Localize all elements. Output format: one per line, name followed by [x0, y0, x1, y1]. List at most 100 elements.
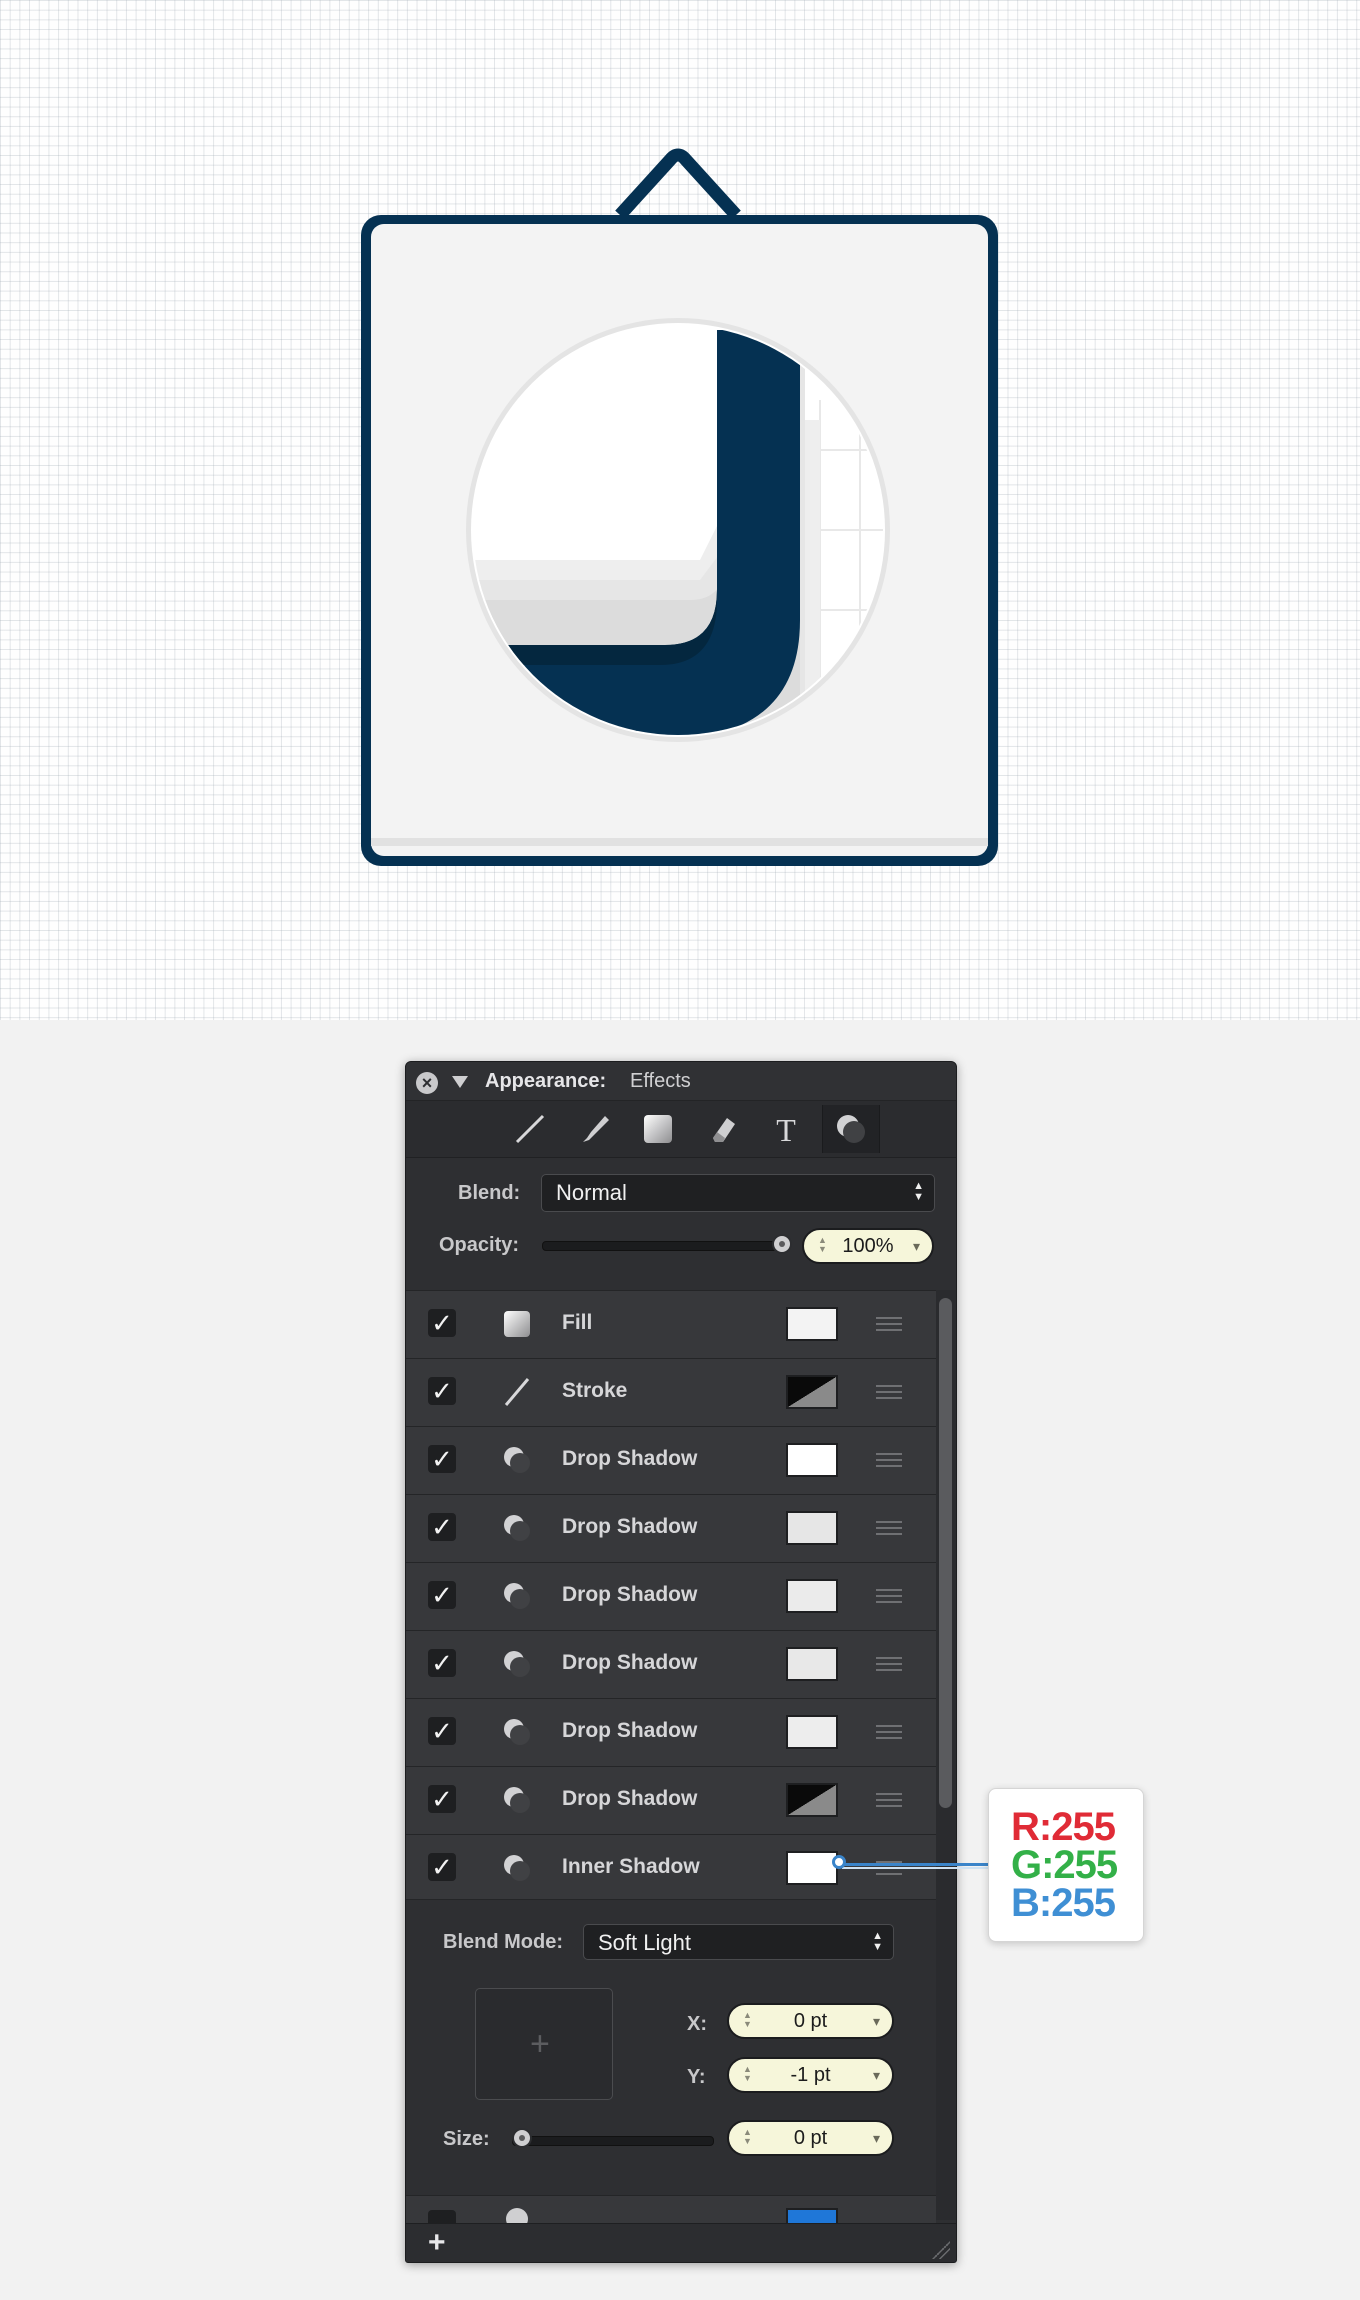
- shadow-icon: [500, 1851, 534, 1885]
- effect-row-partial[interactable]: [406, 2195, 936, 2224]
- effect-checkbox[interactable]: ✓: [428, 1785, 456, 1813]
- drag-handle-icon[interactable]: [876, 1453, 902, 1467]
- opacity-stepper[interactable]: ▲ ▼ 100% ▾: [802, 1228, 934, 1264]
- size-slider[interactable]: [512, 2136, 714, 2146]
- stepper-arrows-icon[interactable]: ▲ ▼: [743, 2065, 752, 2083]
- add-effect-button[interactable]: +: [428, 2226, 446, 2260]
- color-swatch[interactable]: [786, 1579, 838, 1613]
- stepper-dropdown-icon[interactable]: ▾: [873, 2005, 880, 2037]
- drag-handle-icon[interactable]: [876, 1793, 902, 1807]
- stroke-tab-icon[interactable]: [502, 1105, 558, 1153]
- panel-footer: +: [406, 2223, 956, 2262]
- opacity-slider[interactable]: [542, 1241, 784, 1251]
- hanger-shape: [615, 148, 741, 220]
- rgb-callout: R:255 G:255 B:255: [988, 1788, 1144, 1942]
- stepper-dropdown-icon[interactable]: ▾: [913, 1230, 920, 1262]
- effect-label: Drop Shadow: [562, 1651, 698, 1674]
- effects-tab-icon[interactable]: [822, 1105, 880, 1153]
- x-value: 0 pt: [793, 2010, 828, 2032]
- color-swatch[interactable]: [786, 1375, 838, 1409]
- effect-checkbox[interactable]: ✓: [428, 1377, 456, 1405]
- effect-row-drop-shadow[interactable]: ✓ Drop Shadow: [406, 1426, 936, 1494]
- x-stepper[interactable]: ▲ ▼ 0 pt ▾: [727, 2003, 894, 2039]
- effect-checkbox[interactable]: ✓: [428, 1717, 456, 1745]
- effect-label: Drop Shadow: [562, 1787, 698, 1810]
- fill-swatch-icon: [500, 1307, 534, 1341]
- size-value: 0 pt: [793, 2127, 828, 2149]
- brush-tab-icon[interactable]: [566, 1105, 622, 1153]
- effect-checkbox[interactable]: ✓: [428, 1853, 456, 1881]
- effect-row-drop-shadow[interactable]: ✓ Drop Shadow: [406, 1494, 936, 1562]
- effect-row-drop-shadow[interactable]: ✓ Drop Shadow: [406, 1630, 936, 1698]
- shadow-icon: [500, 1647, 534, 1681]
- size-stepper[interactable]: ▲ ▼ 0 pt ▾: [727, 2120, 894, 2156]
- offset-pad[interactable]: +: [475, 1988, 613, 2100]
- drag-handle-icon[interactable]: [876, 1657, 902, 1671]
- stepper-dropdown-icon[interactable]: ▾: [873, 2122, 880, 2154]
- opacity-value: 100%: [842, 1235, 894, 1257]
- callout-leader-line: [842, 1863, 988, 1866]
- shadow-icon: [500, 1511, 534, 1545]
- disclosure-triangle-icon[interactable]: [452, 1076, 468, 1088]
- stepper-arrows-icon[interactable]: ▲ ▼: [743, 2011, 752, 2029]
- effect-row-drop-shadow[interactable]: ✓ Drop Shadow: [406, 1766, 936, 1834]
- effect-checkbox[interactable]: ✓: [428, 1445, 456, 1473]
- fill-tab-icon[interactable]: [630, 1105, 686, 1153]
- drag-handle-icon[interactable]: [876, 1317, 902, 1331]
- text-tab-icon[interactable]: T: [758, 1105, 814, 1153]
- effect-row-drop-shadow[interactable]: ✓ Drop Shadow: [406, 1562, 936, 1630]
- effect-row-stroke[interactable]: ✓ Stroke: [406, 1358, 936, 1426]
- x-label: X:: [687, 2013, 707, 2035]
- resize-grip-icon[interactable]: [930, 2239, 950, 2259]
- crosshair-icon: +: [530, 2025, 550, 2063]
- effect-checkbox[interactable]: ✓: [428, 1649, 456, 1677]
- artboard-canvas: [0, 0, 1360, 1020]
- color-swatch[interactable]: [786, 1851, 838, 1885]
- color-swatch[interactable]: [786, 1647, 838, 1681]
- color-swatch[interactable]: [786, 1443, 838, 1477]
- blend-popup[interactable]: Normal ▲ ▼: [541, 1174, 935, 1212]
- scrollbar-thumb[interactable]: [939, 1298, 952, 1808]
- eraser-tab-icon[interactable]: [694, 1105, 750, 1153]
- effect-checkbox[interactable]: ✓: [428, 1309, 456, 1337]
- close-icon[interactable]: ×: [416, 1072, 438, 1094]
- color-swatch[interactable]: [786, 1715, 838, 1749]
- drag-handle-icon[interactable]: [876, 1725, 902, 1739]
- color-swatch[interactable]: [786, 2208, 838, 2224]
- svg-text:T: T: [776, 1112, 796, 1146]
- shadow-icon: [500, 1579, 534, 1613]
- size-slider-knob[interactable]: [512, 2128, 532, 2148]
- effect-checkbox[interactable]: [428, 2210, 456, 2224]
- blend-value: Normal: [556, 1180, 627, 1205]
- panel-title: Appearance:: [485, 1070, 607, 1092]
- effect-checkbox[interactable]: ✓: [428, 1581, 456, 1609]
- drag-handle-icon[interactable]: [876, 1521, 902, 1535]
- calendar-icon-artwork: [361, 148, 998, 866]
- panel-titlebar[interactable]: × Appearance: Effects: [406, 1062, 956, 1101]
- blend-mode-popup[interactable]: Soft Light ▲ ▼: [583, 1924, 894, 1960]
- color-swatch[interactable]: [786, 1783, 838, 1817]
- drag-handle-icon[interactable]: [876, 1589, 902, 1603]
- y-stepper[interactable]: ▲ ▼ -1 pt ▾: [727, 2057, 894, 2093]
- rgb-red-value: R:255: [1011, 1805, 1116, 1849]
- stepper-dropdown-icon[interactable]: ▾: [873, 2059, 880, 2091]
- stepper-arrows-icon[interactable]: ▲ ▼: [743, 2128, 752, 2146]
- effect-row-drop-shadow[interactable]: ✓ Drop Shadow: [406, 1698, 936, 1766]
- frame-bottom-shadow: [371, 838, 988, 846]
- opacity-slider-knob[interactable]: [772, 1234, 792, 1254]
- rgb-blue-value: B:255: [1011, 1881, 1116, 1925]
- effect-label: Fill: [562, 1311, 593, 1334]
- stepper-arrows-icon[interactable]: ▲ ▼: [818, 1236, 827, 1254]
- drag-handle-icon[interactable]: [876, 1385, 902, 1399]
- color-swatch[interactable]: [786, 1511, 838, 1545]
- effect-row-fill[interactable]: ✓ Fill: [406, 1290, 936, 1358]
- effect-label: Drop Shadow: [562, 1583, 698, 1606]
- effect-checkbox[interactable]: ✓: [428, 1513, 456, 1541]
- color-swatch[interactable]: [786, 1307, 838, 1341]
- rgb-green-value: G:255: [1011, 1843, 1118, 1887]
- shadow-icon: [500, 1783, 534, 1817]
- effect-label: Stroke: [562, 1379, 628, 1402]
- appearance-panel: × Appearance: Effects T Blend: Normal ▲ ▼…: [405, 1061, 957, 2263]
- y-value: -1 pt: [790, 2064, 831, 2086]
- y-label: Y:: [687, 2066, 706, 2088]
